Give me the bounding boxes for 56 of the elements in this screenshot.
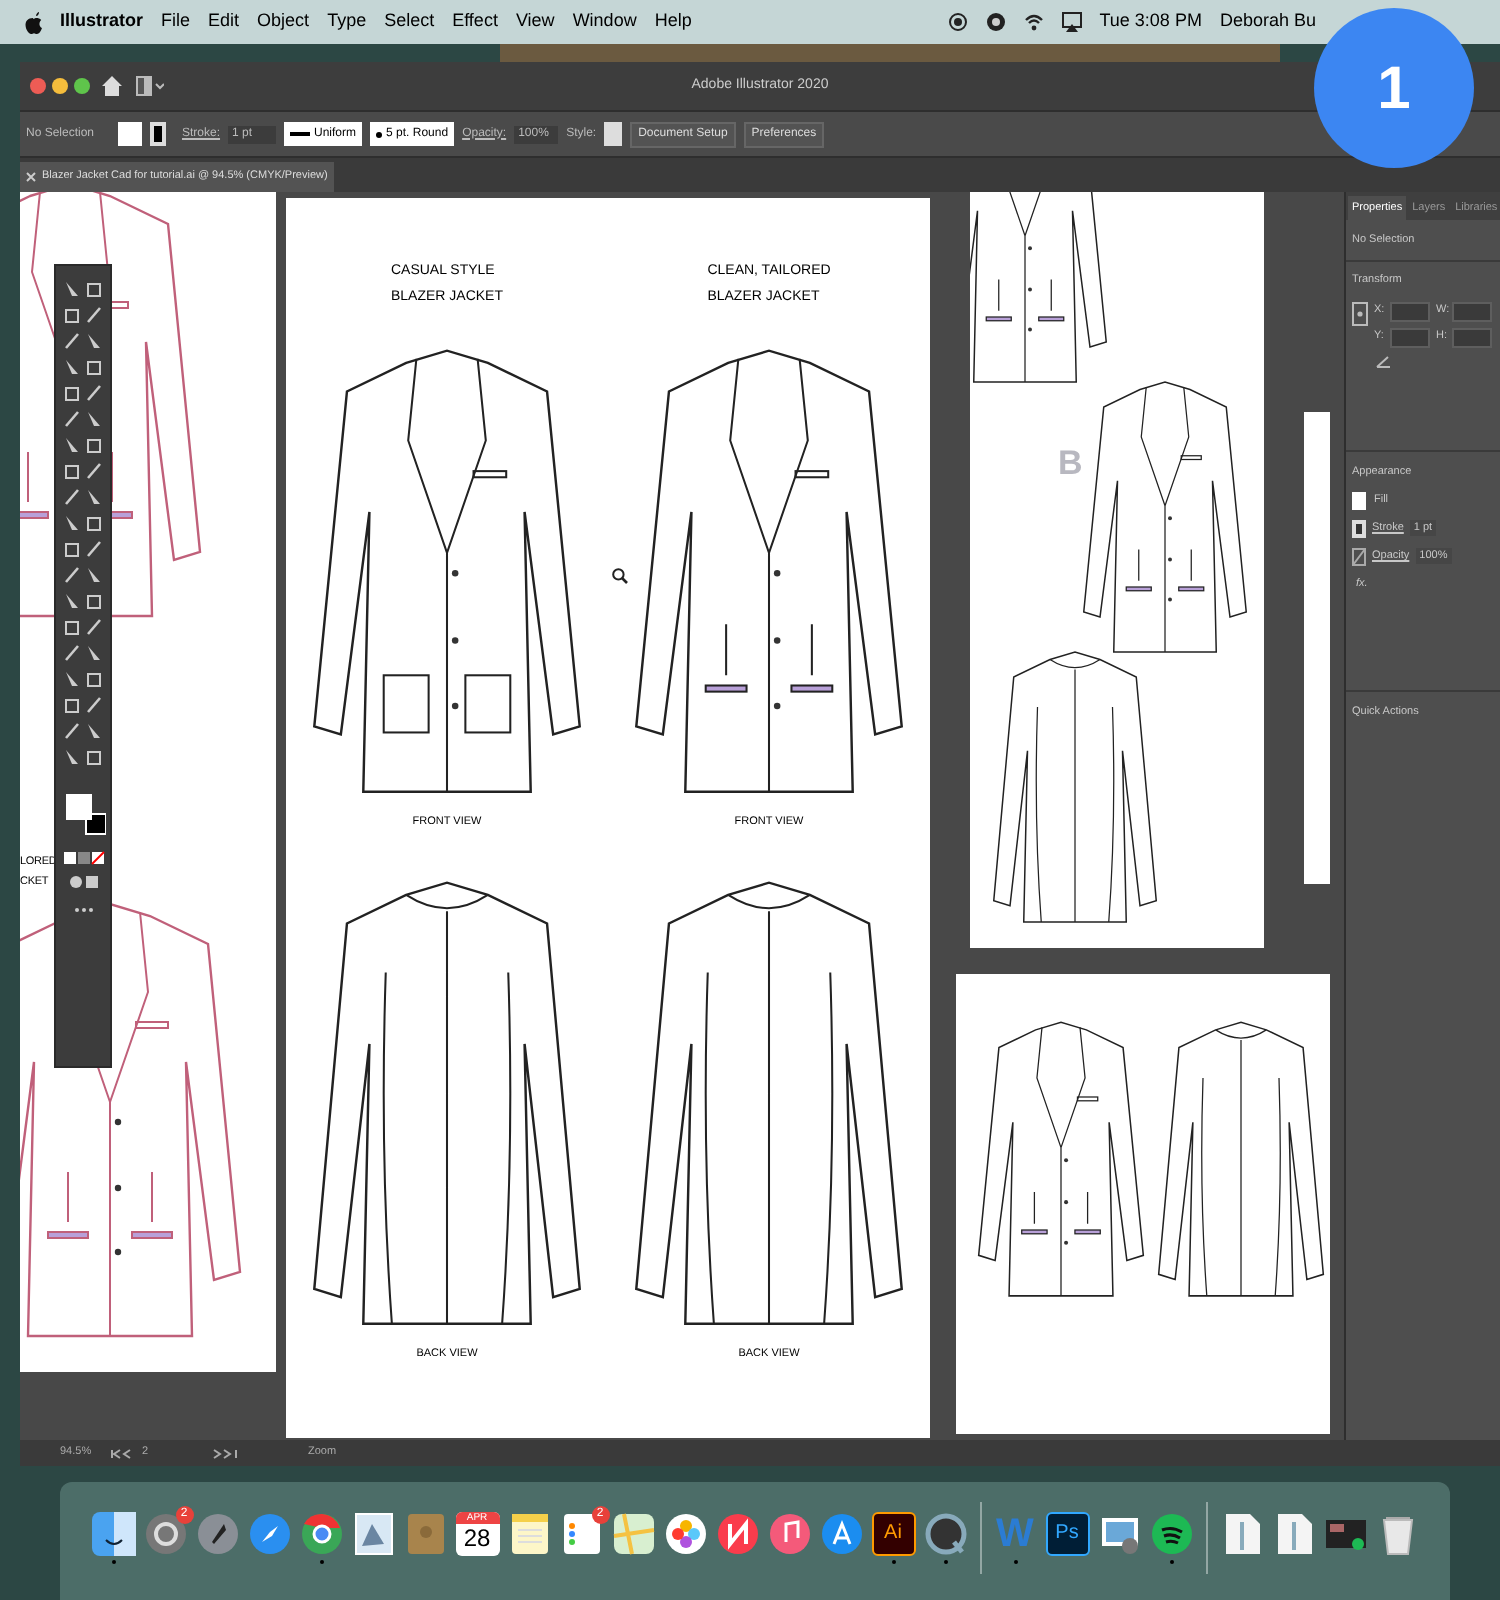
fill-swatch[interactable] xyxy=(1352,491,1366,509)
close-icon xyxy=(26,172,36,182)
app-icon[interactable] xyxy=(611,1511,655,1555)
app-icon[interactable] xyxy=(247,1511,291,1555)
angle-icon xyxy=(1376,355,1392,367)
app-icon[interactable]: Ai xyxy=(871,1511,915,1555)
menu-item[interactable]: Select xyxy=(384,8,435,36)
stroke-swatch[interactable] xyxy=(1352,519,1366,537)
zoom-cursor-icon xyxy=(612,568,628,584)
app-icon[interactable] xyxy=(299,1511,343,1555)
clock: Tue 3:08 PM xyxy=(1099,8,1202,35)
artboard-letter: B xyxy=(1058,442,1083,486)
stroke-swatch[interactable] xyxy=(150,122,166,146)
menu-item[interactable]: Window xyxy=(572,8,637,36)
input-field[interactable] xyxy=(1452,327,1492,347)
layout-switcher-icon xyxy=(136,76,164,96)
app-icon[interactable] xyxy=(923,1511,967,1555)
menu-item[interactable]: Type xyxy=(327,8,367,36)
menu-item[interactable]: Help xyxy=(654,8,692,36)
app-icon[interactable] xyxy=(1149,1511,1193,1555)
reference-point-icon xyxy=(1352,301,1368,325)
airplay-icon xyxy=(1061,12,1082,32)
user-name[interactable]: Deborah Bu xyxy=(1219,8,1316,36)
input-field[interactable] xyxy=(1452,301,1492,321)
opacity-icon xyxy=(1352,547,1366,565)
status-icon xyxy=(985,12,1006,32)
app-icon[interactable] xyxy=(507,1511,551,1555)
app-menu[interactable]: Illustrator xyxy=(60,8,144,36)
artboard-navigation-icon xyxy=(110,1447,132,1459)
input-field[interactable] xyxy=(1390,301,1430,321)
apple-logo-icon xyxy=(24,11,42,33)
app-icon[interactable] xyxy=(143,1511,187,1555)
app-icon[interactable]: Ps xyxy=(1045,1511,1089,1555)
menu-item[interactable]: Edit xyxy=(208,8,240,36)
app-icon[interactable] xyxy=(767,1511,811,1555)
menu-item[interactable]: Object xyxy=(257,8,310,36)
wifi-icon xyxy=(1023,12,1044,32)
more-icon xyxy=(73,906,93,914)
menu-item[interactable]: File xyxy=(161,8,191,36)
status-icon xyxy=(947,12,968,32)
app-icon[interactable] xyxy=(195,1511,239,1555)
menu-item[interactable]: View xyxy=(515,8,555,36)
screen-mode-icon xyxy=(67,874,99,890)
app-icon[interactable] xyxy=(91,1511,135,1555)
calendar-day: 28 xyxy=(463,1523,491,1553)
artboard-navigation-icon xyxy=(212,1447,238,1459)
fill-swatch[interactable] xyxy=(118,122,142,146)
menu-item[interactable]: Effect xyxy=(452,8,498,36)
color-mode-icons xyxy=(61,850,105,870)
app-icon[interactable] xyxy=(715,1511,759,1555)
input-field[interactable] xyxy=(1390,327,1430,347)
home-icon xyxy=(102,76,122,96)
app-icon[interactable] xyxy=(663,1511,707,1555)
style-swatch[interactable] xyxy=(604,122,623,146)
app-icon[interactable] xyxy=(819,1511,863,1555)
app-icon[interactable] xyxy=(559,1511,603,1555)
